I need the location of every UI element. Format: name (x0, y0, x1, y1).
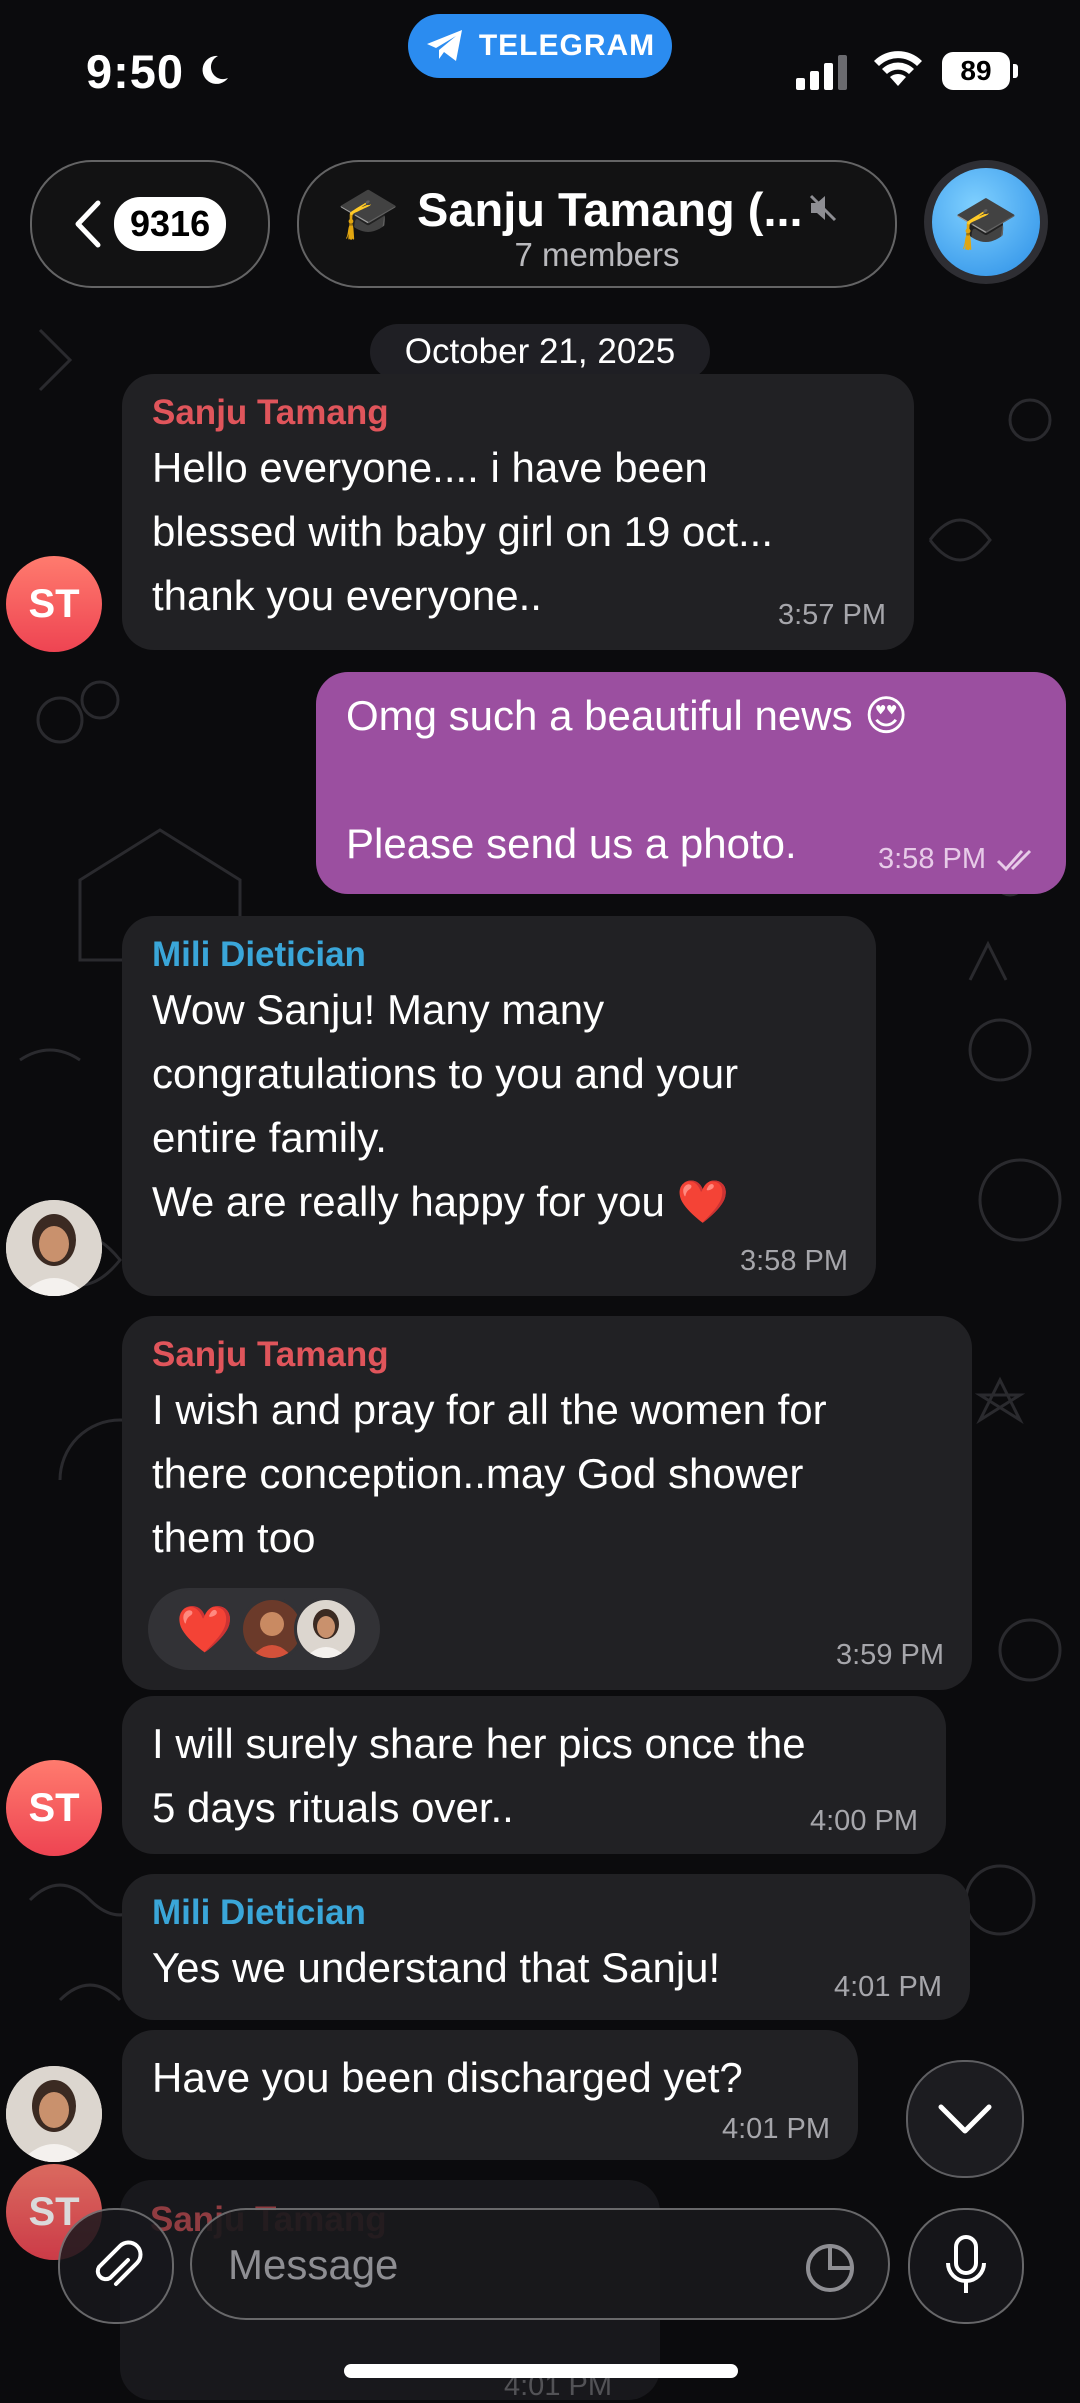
chevron-down-icon (938, 2104, 992, 2134)
battery-tip (1013, 64, 1018, 78)
wifi-icon (874, 51, 922, 86)
muted-speaker-icon (809, 194, 837, 222)
message-bubble[interactable]: Mili Dietician Wow Sanju! Many many cong… (122, 916, 876, 1296)
scroll-to-bottom-button[interactable] (906, 2060, 1024, 2178)
message-bubble[interactable]: I will surely share her pics once the 5 … (122, 1696, 946, 1854)
focus-moon-icon (202, 55, 228, 84)
message-meta: 3:58 PM (878, 843, 1038, 876)
telegram-app-badge[interactable]: TELEGRAM (408, 14, 672, 78)
battery-level: 89 (942, 52, 1010, 90)
telegram-label: TELEGRAM (478, 29, 656, 62)
message-text: I will surely share her pics once the 5 … (152, 1720, 806, 1831)
unread-count-badge: 9316 (114, 197, 227, 251)
sticker-icon[interactable] (804, 2242, 856, 2294)
home-indicator[interactable] (344, 2364, 738, 2378)
voice-record-button[interactable] (908, 2208, 1024, 2324)
sender-name[interactable]: Sanju Tamang (152, 390, 884, 436)
message-bubble-outgoing[interactable]: Omg such a beautiful news 😍 Please send … (316, 672, 1066, 894)
cellular-signal-icon (796, 55, 847, 90)
reactor-avatar (294, 1597, 358, 1661)
message-bubble[interactable]: Have you been discharged yet? 4:01 PM (122, 2030, 858, 2160)
avatar[interactable] (6, 1200, 102, 1296)
sender-name[interactable]: Sanju Tamang (152, 1332, 942, 1378)
telegram-plane-icon (426, 30, 462, 61)
attach-button[interactable] (58, 2208, 174, 2324)
message-time: 4:01 PM (722, 2113, 830, 2145)
graduation-cap-icon: 🎓 (932, 168, 1040, 276)
sender-name[interactable]: Mili Dietician (152, 1890, 940, 1936)
back-button[interactable]: 9316 (30, 160, 270, 288)
message-text: Yes we understand that Sanju! (152, 1944, 721, 1991)
chat-title-button[interactable]: 🎓 Sanju Tamang (... 7 members (297, 160, 897, 288)
chevron-left-icon (75, 200, 101, 248)
message-time: 3:58 PM (740, 1245, 848, 1277)
message-bubble[interactable]: Mili Dietician Yes we understand that Sa… (122, 1874, 970, 2020)
message-field[interactable] (190, 2208, 890, 2320)
message-input[interactable] (226, 2210, 790, 2320)
message-time: 4:00 PM (810, 1805, 918, 1837)
message-text: I wish and pray for all the women for th… (152, 1386, 827, 1561)
message-text: Wow Sanju! Many many congratulations to … (152, 986, 739, 1225)
double-check-icon (996, 849, 1032, 871)
group-avatar[interactable]: 🎓 (924, 160, 1048, 284)
heart-reaction-icon: ❤️ (176, 1602, 234, 1655)
reaction-pill[interactable]: ❤️ (148, 1588, 380, 1670)
profile-photo (6, 1200, 102, 1296)
message-time: 3:58 PM (878, 843, 986, 875)
members-count: 7 members (514, 236, 680, 273)
sender-name[interactable]: Mili Dietician (152, 932, 846, 978)
message-bubble[interactable]: Sanju Tamang Hello everyone.... i have b… (122, 374, 914, 650)
status-bar: 9:50 TELEGRAM 89 (0, 0, 1080, 140)
message-text: Hello everyone.... i have been blessed w… (152, 444, 774, 619)
message-time: 3:57 PM (778, 599, 886, 631)
avatar[interactable] (6, 2066, 102, 2162)
paperclip-icon (95, 2240, 143, 2286)
group-name: Sanju Tamang (... (417, 183, 803, 236)
avatar[interactable]: ST (6, 556, 102, 652)
group-emoji: 🎓 (337, 185, 400, 241)
avatar[interactable]: ST (6, 1760, 102, 1856)
message-time: 4:01 PM (834, 1971, 942, 2003)
clock: 9:50 (86, 45, 185, 98)
microphone-icon (946, 2235, 986, 2293)
message-text: Have you been discharged yet? (152, 2054, 743, 2101)
message-time: 3:59 PM (836, 1639, 944, 1671)
date-separator: October 21, 2025 (370, 324, 710, 380)
profile-photo (6, 2066, 102, 2162)
